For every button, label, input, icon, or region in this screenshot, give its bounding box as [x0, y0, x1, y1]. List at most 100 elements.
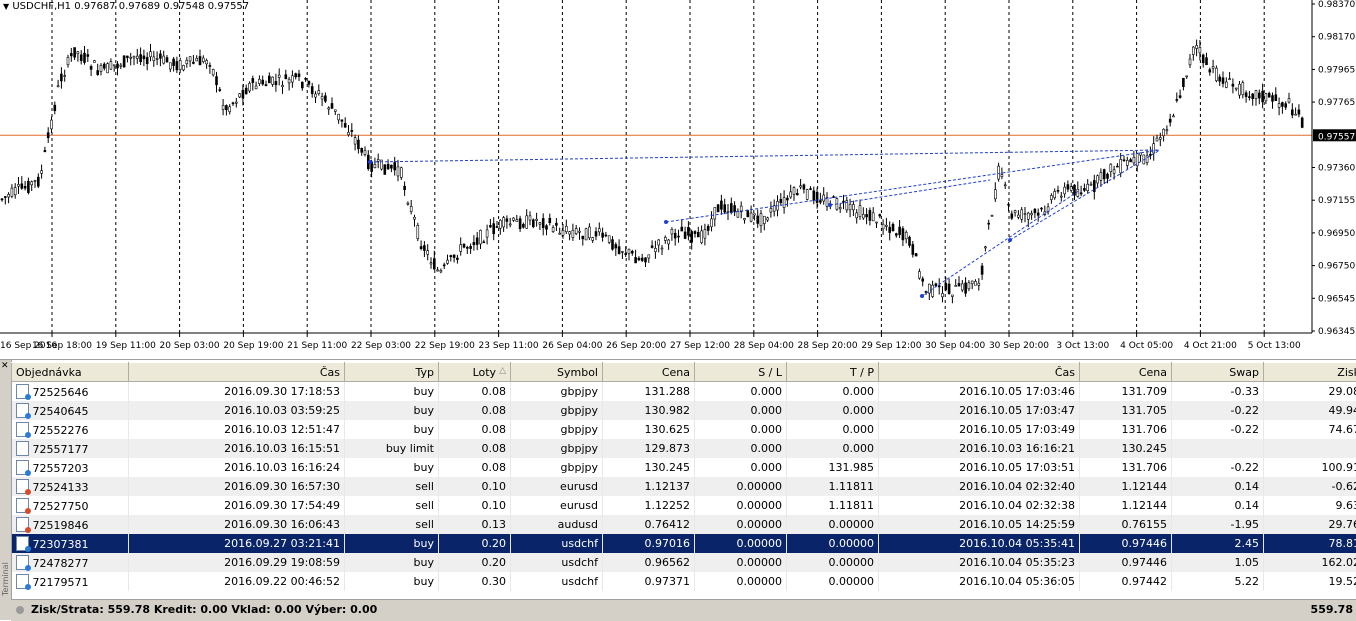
- buy-order-icon: [16, 536, 29, 551]
- buy-order-icon: [16, 384, 29, 399]
- candle-body: [605, 235, 607, 236]
- candle-body: [899, 227, 901, 235]
- col-header-profit[interactable]: Zisk: [1264, 363, 1356, 382]
- chart-canvas[interactable]: 0.983700.981700.979650.977650.975570.973…: [0, 0, 1356, 352]
- candle-body: [130, 57, 132, 58]
- col-header-close-price[interactable]: Cena: [1080, 363, 1172, 382]
- col-header-lots[interactable]: △Loty: [439, 363, 511, 382]
- cell-price: 0.96562: [603, 553, 695, 572]
- candle-body: [179, 60, 181, 69]
- summary-dot-icon: [16, 606, 24, 614]
- terminal-side-label: Terminal: [1, 562, 10, 596]
- candle-body: [54, 105, 56, 111]
- cell-type: buy: [345, 458, 439, 477]
- cell-close-time: 2016.10.05 17:03:51: [879, 458, 1080, 477]
- cell-lots: 0.08: [439, 420, 511, 439]
- candle-body: [866, 214, 868, 217]
- cell-type: buy: [345, 534, 439, 553]
- candle-body: [572, 230, 574, 237]
- col-header-swap[interactable]: Swap: [1172, 363, 1264, 382]
- cell-open-time: 2016.10.03 16:16:24: [129, 458, 345, 477]
- cell-price: 0.97371: [603, 572, 695, 591]
- candle-body: [674, 233, 676, 238]
- price-label: 0.97965: [1318, 65, 1355, 75]
- cell-profit: 78.81: [1264, 534, 1356, 553]
- table-row[interactable]: 723073812016.09.27 03:21:41buy0.20usdchf…: [12, 534, 1356, 553]
- candle-body: [450, 255, 452, 256]
- candle-body: [150, 52, 152, 57]
- candle-body: [968, 283, 970, 289]
- table-row[interactable]: 725198462016.09.30 16:06:43sell0.13audus…: [12, 515, 1356, 534]
- cell-order: 72552276: [12, 420, 129, 439]
- candle-body: [753, 214, 755, 215]
- table-row[interactable]: 725571772016.10.03 16:15:51buy limit0.08…: [12, 439, 1356, 458]
- chart-symbol-label: USDCHF,H1 0.97687 0.97689 0.97548 0.9755…: [12, 1, 249, 12]
- candle-body: [433, 259, 435, 269]
- col-header-open-time[interactable]: Čas: [129, 363, 345, 382]
- candle-body: [301, 82, 303, 88]
- col-header-price[interactable]: Cena: [603, 363, 695, 382]
- candle-body: [912, 244, 914, 254]
- col-header-type[interactable]: Typ: [345, 363, 439, 382]
- candle-body: [767, 218, 769, 220]
- candle-body: [724, 205, 726, 212]
- cell-close-price: 0.97446: [1080, 534, 1172, 553]
- sell-order-icon: [16, 517, 29, 532]
- chart-menu-triangle-icon[interactable]: ▼: [3, 2, 9, 11]
- candle-body: [189, 57, 191, 61]
- price-chart[interactable]: 0.983700.981700.979650.977650.975570.973…: [0, 0, 1356, 352]
- col-header-close-time[interactable]: Čas: [879, 363, 1080, 382]
- candle-body: [816, 192, 818, 202]
- time-label: 26 Sep 04:00: [542, 341, 602, 351]
- candle-body: [249, 83, 251, 91]
- table-row[interactable]: 725406452016.10.03 03:59:25buy0.08gbpjpy…: [12, 401, 1356, 420]
- col-header-sl[interactable]: S / L: [695, 363, 787, 382]
- cell-lots: 0.08: [439, 458, 511, 477]
- table-row[interactable]: 724782772016.09.29 19:08:59buy0.20usdchf…: [12, 553, 1356, 572]
- cell-tp: 0.00000: [787, 553, 879, 572]
- candle-body: [1176, 99, 1178, 100]
- buy-order-icon: [16, 403, 29, 418]
- table-row[interactable]: 721795712016.09.22 00:46:52buy0.30usdchf…: [12, 572, 1356, 591]
- candle-body: [206, 60, 208, 63]
- candle-body: [783, 198, 785, 208]
- table-row[interactable]: 725241332016.09.30 16:57:30sell0.10eurus…: [12, 477, 1356, 496]
- table-row[interactable]: 725256462016.09.30 17:18:53buy0.08gbpjpy…: [12, 382, 1356, 402]
- candle-body: [1008, 204, 1010, 205]
- time-label: 16 Sep 18:00: [32, 341, 92, 351]
- cell-close-time: 2016.10.04 05:35:41: [879, 534, 1080, 553]
- candle-body: [786, 198, 788, 200]
- col-header-symbol[interactable]: Symbol: [511, 363, 603, 382]
- candle-body: [1130, 160, 1132, 162]
- candle-body: [216, 77, 218, 85]
- candle-body: [18, 184, 20, 186]
- table-row[interactable]: 725572032016.10.03 16:16:24buy0.08gbpjpy…: [12, 458, 1356, 477]
- candle-body: [202, 58, 204, 62]
- cell-symbol: gbpjpy: [511, 401, 603, 420]
- cell-profit: 74.67: [1264, 420, 1356, 439]
- candle-body: [1031, 213, 1033, 214]
- table-row[interactable]: 725522762016.10.03 12:51:47buy0.08gbpjpy…: [12, 420, 1356, 439]
- candle-body: [585, 229, 587, 240]
- candle-body: [796, 193, 798, 195]
- candle-body: [341, 120, 343, 121]
- cell-symbol: usdchf: [511, 553, 603, 572]
- table-row[interactable]: 725277502016.09.30 17:54:49sell0.10eurus…: [12, 496, 1356, 515]
- col-header-tp[interactable]: T / P: [787, 363, 879, 382]
- col-header-order[interactable]: Objednávka: [12, 363, 129, 382]
- cell-lots: 0.20: [439, 553, 511, 572]
- cell-lots: 0.30: [439, 572, 511, 591]
- close-icon[interactable]: ✕: [1, 362, 9, 371]
- candle-body: [209, 65, 211, 66]
- candle-body: [364, 151, 366, 155]
- cell-price: 129.873: [603, 439, 695, 458]
- cell-type: buy limit: [345, 439, 439, 458]
- history-table: Objednávka Čas Typ △Loty Symbol Cena S /…: [11, 362, 1356, 591]
- candle-body: [1182, 78, 1184, 86]
- candle-body: [1054, 191, 1056, 197]
- cell-sl: 0.00000: [695, 477, 787, 496]
- candle-body: [100, 65, 102, 71]
- candle-body: [1196, 45, 1198, 48]
- buy-order-icon: [16, 574, 29, 589]
- cell-order: 72524133: [12, 477, 129, 496]
